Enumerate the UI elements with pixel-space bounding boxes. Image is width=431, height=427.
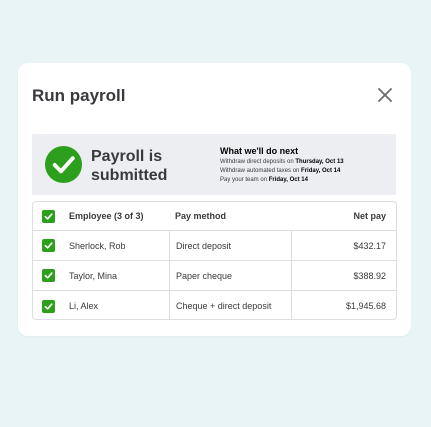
- next-steps: What we'll do next Withdraw direct depos…: [220, 146, 392, 185]
- table-row: Li, Alex Cheque + direct deposit $1,945.…: [33, 291, 396, 319]
- pay-method: Direct deposit: [169, 231, 291, 260]
- row-checkbox[interactable]: [41, 269, 55, 282]
- next-steps-title: What we'll do next: [220, 146, 299, 156]
- net-pay: $432.17: [291, 231, 396, 260]
- payroll-submitted-banner: Payroll is submitted What we'll do next …: [32, 134, 396, 195]
- checkmark-icon: [44, 302, 53, 310]
- pay-method-column-header[interactable]: Pay method: [169, 202, 291, 230]
- employee-name: Li, Alex: [69, 301, 99, 311]
- next-step-item: Pay your team on Friday, Oct 14: [220, 177, 308, 183]
- run-payroll-modal: Run payroll Payroll is submitted What we…: [18, 63, 411, 336]
- employee-table: Employee (3 of 3) Pay method Net pay She…: [32, 201, 397, 320]
- checkmark-icon: [44, 272, 53, 279]
- check-circle-icon: [44, 145, 83, 184]
- modal-title: Run payroll: [32, 86, 126, 105]
- pay-method: Cheque + direct deposit: [169, 291, 291, 319]
- net-pay: $388.92: [291, 261, 396, 290]
- row-checkbox[interactable]: [41, 239, 55, 252]
- status-message: Payroll is submitted: [91, 147, 167, 185]
- next-step-item: Withdraw automated taxes on Friday, Oct …: [220, 168, 341, 174]
- select-all-checkbox[interactable]: [41, 209, 55, 223]
- status-line-2: submitted: [91, 167, 168, 184]
- checkmark-icon: [44, 242, 53, 249]
- row-checkbox[interactable]: [41, 299, 55, 313]
- next-step-item: Withdraw direct deposits on Thursday, Oc…: [220, 159, 344, 165]
- employee-column-header[interactable]: Employee (3 of 3): [69, 202, 169, 230]
- pay-method: Paper cheque: [169, 261, 291, 290]
- close-icon: [378, 88, 392, 102]
- employee-name: Taylor, Mina: [69, 270, 118, 281]
- table-row: Taylor, Mina Paper cheque $388.92: [33, 261, 396, 291]
- table-header-row: Employee (3 of 3) Pay method Net pay: [33, 202, 396, 231]
- table-row: Sherlock, Rob Direct deposit $432.17: [33, 231, 396, 261]
- close-button[interactable]: [377, 87, 393, 103]
- checkmark-icon: [44, 212, 53, 220]
- net-pay-column-header[interactable]: Net pay: [291, 202, 396, 230]
- employee-name: Sherlock, Rob: [69, 240, 126, 251]
- net-pay: $1,945.68: [291, 291, 396, 319]
- status-line-1: Payroll is: [91, 148, 163, 165]
